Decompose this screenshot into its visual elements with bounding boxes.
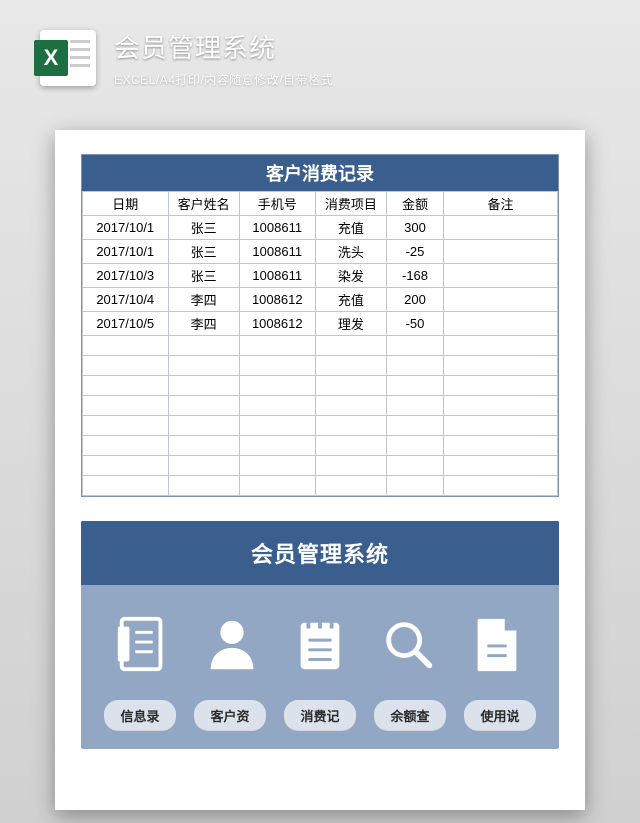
cell-item: 充值 bbox=[315, 216, 386, 240]
cell-item: 洗头 bbox=[315, 240, 386, 264]
cell-note bbox=[444, 264, 558, 288]
cell-note bbox=[444, 288, 558, 312]
cell-amount: -168 bbox=[387, 264, 444, 288]
table-row: 2017/10/1张三1008611洗头-25 bbox=[83, 240, 558, 264]
table-row-empty bbox=[83, 376, 558, 396]
document-page: 客户消费记录 日期客户姓名手机号消费项目金额备注 2017/10/1张三1008… bbox=[55, 130, 585, 810]
panel-button-1[interactable]: 客户资 bbox=[194, 700, 266, 731]
column-header: 备注 bbox=[444, 192, 558, 216]
cell-phone: 1008612 bbox=[239, 312, 315, 336]
table-row-empty bbox=[83, 416, 558, 436]
cell-phone: 1008611 bbox=[239, 264, 315, 288]
cell-item: 充值 bbox=[315, 288, 386, 312]
cell-date: 2017/10/1 bbox=[83, 216, 169, 240]
table-title: 客户消费记录 bbox=[82, 155, 558, 191]
cell-date: 2017/10/5 bbox=[83, 312, 169, 336]
column-header: 金额 bbox=[387, 192, 444, 216]
column-header: 手机号 bbox=[239, 192, 315, 216]
page-title: 会员管理系统 bbox=[114, 28, 333, 65]
cell-amount: 200 bbox=[387, 288, 444, 312]
cell-name: 张三 bbox=[168, 216, 239, 240]
app-header: X 会员管理系统 EXCEL/A4打印/内容随意修改/自带格式 bbox=[0, 0, 640, 88]
excel-x-badge: X bbox=[34, 40, 68, 76]
document-icon[interactable] bbox=[112, 613, 174, 680]
table-row: 2017/10/5李四1008612理发-50 bbox=[83, 312, 558, 336]
cell-phone: 1008612 bbox=[239, 288, 315, 312]
cell-item: 染发 bbox=[315, 264, 386, 288]
cell-date: 2017/10/1 bbox=[83, 240, 169, 264]
system-panel: 会员管理系统 信息录客户资消费记余额查使用说 bbox=[81, 521, 559, 749]
table-row-empty bbox=[83, 436, 558, 456]
panel-button-2[interactable]: 消费记 bbox=[284, 700, 356, 731]
cell-amount: 300 bbox=[387, 216, 444, 240]
panel-button-0[interactable]: 信息录 bbox=[104, 700, 176, 731]
table-row: 2017/10/4李四1008612充值200 bbox=[83, 288, 558, 312]
cell-phone: 1008611 bbox=[239, 216, 315, 240]
panel-button-4[interactable]: 使用说 bbox=[464, 700, 536, 731]
table-row: 2017/10/3张三1008611染发-168 bbox=[83, 264, 558, 288]
table-row-empty bbox=[83, 336, 558, 356]
excel-icon: X bbox=[40, 30, 96, 86]
cell-note bbox=[444, 240, 558, 264]
table-row: 2017/10/1张三1008611充值300 bbox=[83, 216, 558, 240]
cell-name: 李四 bbox=[168, 288, 239, 312]
cell-name: 张三 bbox=[168, 264, 239, 288]
cell-date: 2017/10/4 bbox=[83, 288, 169, 312]
table-row-empty bbox=[83, 476, 558, 496]
file-icon[interactable] bbox=[466, 613, 528, 680]
column-header: 消费项目 bbox=[315, 192, 386, 216]
column-header: 日期 bbox=[83, 192, 169, 216]
magnifier-icon[interactable] bbox=[377, 613, 439, 680]
cell-note bbox=[444, 312, 558, 336]
cell-name: 张三 bbox=[168, 240, 239, 264]
cell-note bbox=[444, 216, 558, 240]
records-table-wrap: 客户消费记录 日期客户姓名手机号消费项目金额备注 2017/10/1张三1008… bbox=[81, 154, 559, 497]
person-icon[interactable] bbox=[201, 613, 263, 680]
panel-button-3[interactable]: 余额查 bbox=[374, 700, 446, 731]
notepad-icon[interactable] bbox=[289, 613, 351, 680]
page-subtitle: EXCEL/A4打印/内容随意修改/自带格式 bbox=[114, 71, 333, 88]
cell-phone: 1008611 bbox=[239, 240, 315, 264]
cell-date: 2017/10/3 bbox=[83, 264, 169, 288]
panel-title: 会员管理系统 bbox=[81, 521, 559, 585]
table-row-empty bbox=[83, 456, 558, 476]
records-table: 日期客户姓名手机号消费项目金额备注 2017/10/1张三1008611充值30… bbox=[82, 191, 558, 496]
button-row: 信息录客户资消费记余额查使用说 bbox=[81, 700, 559, 731]
cell-amount: -50 bbox=[387, 312, 444, 336]
cell-amount: -25 bbox=[387, 240, 444, 264]
table-row-empty bbox=[83, 396, 558, 416]
table-row-empty bbox=[83, 356, 558, 376]
icon-row bbox=[81, 585, 559, 700]
cell-item: 理发 bbox=[315, 312, 386, 336]
cell-name: 李四 bbox=[168, 312, 239, 336]
column-header: 客户姓名 bbox=[168, 192, 239, 216]
